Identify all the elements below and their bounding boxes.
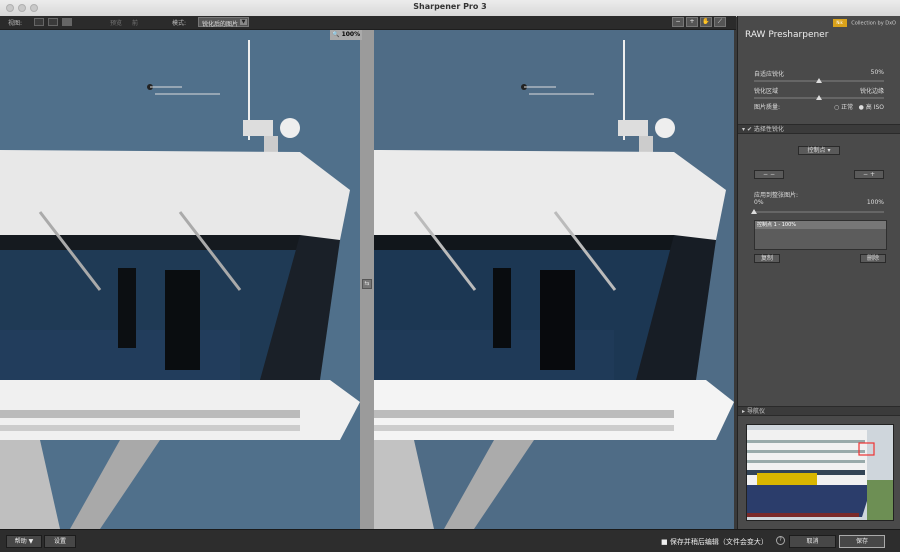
save-later-checkbox[interactable]: ■ 保存并稍后编辑（文件会变大）	[661, 537, 768, 547]
delete-button[interactable]: 删除	[860, 254, 886, 263]
control-point-list[interactable]: 控制点 1 - 100%	[754, 220, 887, 250]
window-title: Sharpener Pro 3	[413, 2, 487, 11]
high-iso-label: 高 ISO	[865, 104, 884, 111]
list-item[interactable]: 控制点 1 - 100%	[755, 221, 886, 229]
collapse-arrow-icon[interactable]: ▾	[742, 126, 745, 133]
control-point-select-value: 控制点	[807, 147, 826, 154]
split-view-button[interactable]	[48, 18, 58, 26]
title-bar: Sharpener Pro 3	[0, 0, 900, 17]
save-later-label: 保存并稍后编辑（文件会变大）	[669, 538, 768, 546]
normal-radio[interactable]: ○ 正常	[834, 102, 853, 111]
single-view-button[interactable]	[34, 18, 44, 26]
ship-bridge-photo-right	[374, 30, 734, 529]
brand-text: Collection by DxO	[851, 20, 896, 27]
adaptive-sharpening-row: 自适应锐化 50%	[754, 69, 884, 78]
apply-max: 100%	[866, 199, 884, 206]
view-label: 视图:	[8, 20, 23, 27]
adaptive-slider-thumb[interactable]	[816, 78, 822, 83]
add-negative-point-button[interactable]: − −	[754, 170, 784, 179]
high-iso-radio[interactable]: ● 高 ISO	[859, 102, 884, 111]
nik-logo-icon: Nik	[832, 19, 847, 27]
zoom-out-icon[interactable]: −	[672, 17, 684, 27]
quality-label: 图片质量:	[754, 104, 781, 111]
help-button[interactable]: 帮助 ▼	[6, 535, 42, 548]
eyedropper-icon[interactable]: ⟋	[714, 17, 726, 27]
bottom-bar: 帮助 ▼ 设置 ■ 保存并稍后编辑（文件会变大） ? 取消 保存	[0, 529, 900, 552]
info-icon[interactable]: ?	[776, 536, 785, 545]
normal-label: 正常	[841, 104, 854, 111]
ship-bridge-photo-left	[0, 30, 360, 529]
zoom-level-indicator: 🔍 100%	[330, 30, 363, 40]
preview-label[interactable]: 预览	[110, 18, 122, 27]
dxo-brand: Nik Collection by DxO	[832, 19, 896, 27]
before-label[interactable]: 前	[132, 18, 138, 27]
apply-label-row: 应用到整张图片:	[754, 190, 884, 199]
area-label: 锐化区域	[754, 88, 779, 95]
preview-after-pane[interactable]	[374, 30, 734, 529]
area-right-label: 锐化边缘	[859, 88, 884, 95]
side-by-side-view-button[interactable]	[62, 18, 72, 26]
chevron-down-icon: ▼	[240, 19, 248, 25]
zoom-in-icon[interactable]: +	[686, 17, 698, 27]
chevron-down-icon: ▾	[827, 147, 831, 154]
collapse-arrow-icon[interactable]: ▸	[742, 408, 745, 415]
navigator-thumbnail[interactable]	[746, 424, 894, 521]
adaptive-value: 50%	[870, 69, 884, 76]
quality-row: 图片质量: ○ 正常 ● 高 ISO	[754, 102, 884, 111]
control-point-select[interactable]: 控制点 ▾	[798, 146, 840, 155]
add-positive-point-button[interactable]: − +	[854, 170, 884, 179]
apply-range-row: 0% 100%	[754, 199, 884, 206]
swap-icon[interactable]: ⇆	[362, 279, 372, 289]
panel-title: RAW Presharpener	[745, 30, 829, 40]
apply-slider[interactable]	[751, 209, 884, 214]
hand-tool-icon[interactable]: ✋	[700, 17, 712, 27]
area-slider-thumb[interactable]	[816, 95, 822, 100]
cancel-button[interactable]: 取消	[789, 535, 836, 548]
selective-section-header[interactable]: ▾ ✔ 选择性锐化	[738, 124, 900, 134]
area-slider[interactable]	[754, 95, 884, 100]
view-toolbar: 视图: 预览 前 模式: 锐化后的图片 ▼ − + ✋ ⟋	[0, 16, 736, 30]
save-button[interactable]: 保存	[839, 535, 885, 548]
adaptive-label: 自适应锐化	[754, 71, 785, 78]
apply-label: 应用到整张图片:	[754, 192, 799, 199]
selective-title: 选择性锐化	[753, 126, 784, 133]
settings-button[interactable]: 设置	[44, 535, 76, 548]
selective-checkbox[interactable]: ✔	[747, 126, 752, 133]
mode-select[interactable]: 锐化后的图片 ▼	[198, 17, 250, 28]
ship-thumbnail	[747, 425, 893, 520]
apply-min: 0%	[754, 199, 764, 206]
preview-before-pane[interactable]	[0, 30, 360, 529]
apply-slider-thumb[interactable]	[751, 209, 757, 214]
magnifier-icon: 🔍	[332, 31, 340, 38]
zoom-level-value: 100%	[341, 31, 361, 38]
mode-select-value: 锐化后的图片	[202, 21, 239, 28]
mode-label: 模式:	[172, 20, 187, 27]
adaptive-slider[interactable]	[754, 78, 884, 83]
navigator-title: 导航仪	[746, 408, 765, 415]
navigator-section-header[interactable]: ▸ 导航仪	[738, 406, 900, 416]
sharpen-area-row: 锐化区域 锐化边缘	[754, 86, 884, 95]
copy-button[interactable]: 复制	[754, 254, 780, 263]
